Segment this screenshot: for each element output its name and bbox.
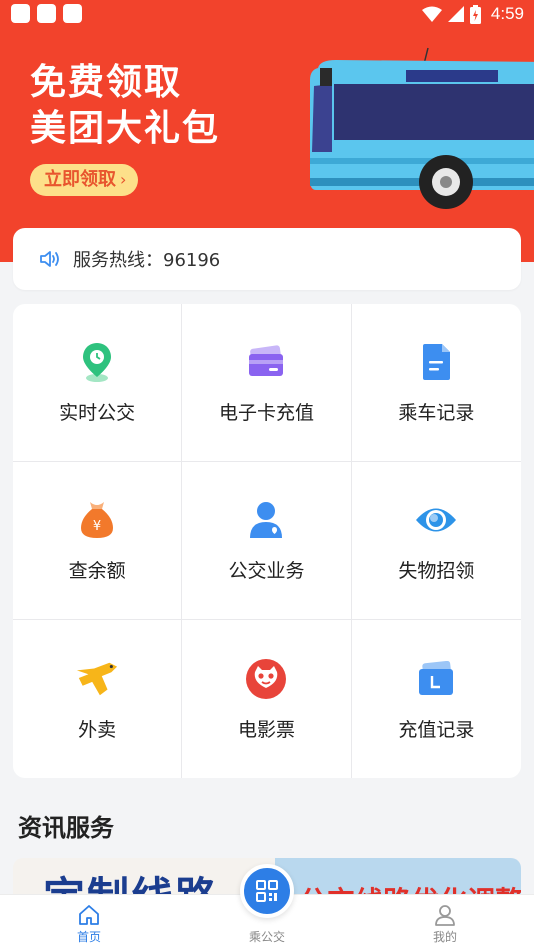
qr-code-icon (256, 880, 278, 902)
services-grid: 实时公交 电子卡充值 乘车记录 ¥ 查余额 公交业务 失物招领 外卖 电影票 充… (13, 304, 521, 778)
service-ecard-topup[interactable]: 电子卡充值 (182, 304, 352, 462)
tab-label: 我的 (432, 930, 457, 944)
section-title: 资讯服务 (18, 814, 114, 842)
service-label: 公交业务 (228, 560, 305, 582)
chevron-right-icon: › (120, 170, 127, 189)
document-icon (423, 344, 451, 380)
home-icon (79, 905, 99, 925)
tab-label: 首页 (76, 930, 101, 944)
promo-title-line: 免费领取 (30, 62, 183, 103)
service-recharge-records[interactable]: 充值记录 (352, 620, 521, 778)
service-bus-business[interactable]: 公交业务 (182, 462, 352, 620)
signal-icon (447, 6, 464, 22)
notification-icon (63, 4, 82, 23)
bus-location-icon (83, 343, 112, 382)
service-ride-records[interactable]: 乘车记录 (351, 304, 521, 462)
service-label: 外卖 (78, 718, 117, 741)
service-takeout[interactable]: 外卖 (13, 620, 183, 778)
eye-icon (416, 508, 457, 532)
claim-now-label: 立即领取 (44, 169, 116, 190)
service-label: 电影票 (237, 718, 295, 741)
wifi-icon (421, 6, 442, 22)
person-icon (250, 502, 283, 538)
bus-illustration (310, 47, 534, 209)
speaker-icon (40, 251, 59, 267)
hotline-bar[interactable]: 服务热线：96196 (13, 228, 521, 290)
tab-label: 乘公交 (248, 930, 285, 944)
notification-icon (11, 4, 30, 23)
clock: 4:59 (490, 4, 524, 23)
promo-banner[interactable]: 4:59 免费领取 美团大礼包 立即领取 › (0, 0, 534, 262)
battery-icon (469, 4, 481, 24)
tab-home[interactable]: 首页 (39, 895, 139, 950)
user-icon (435, 905, 455, 926)
service-label: 充值记录 (398, 718, 475, 741)
service-label: 实时公交 (59, 402, 136, 424)
promo-title-line: 美团大礼包 (30, 108, 221, 149)
money-bag-icon: ¥ (81, 502, 114, 538)
service-realtime-bus[interactable]: 实时公交 (13, 304, 183, 462)
card-icon (249, 345, 284, 376)
promo-title: 免费领取 美团大礼包 (30, 60, 220, 152)
hotline-text: 服务热线：96196 (73, 250, 221, 271)
service-lost-found[interactable]: 失物招领 (351, 462, 521, 620)
service-label: 电子卡充值 (218, 402, 314, 424)
service-check-balance[interactable]: ¥ 查余额 (13, 462, 183, 620)
kangaroo-icon (77, 662, 118, 695)
status-bar: 4:59 (0, 0, 534, 28)
service-label: 失物招领 (398, 560, 475, 582)
service-label: 查余额 (68, 560, 126, 582)
service-movie-tickets[interactable]: 电影票 (182, 620, 352, 778)
service-label: 乘车记录 (398, 402, 475, 424)
claim-now-button[interactable]: 立即领取 › (30, 164, 139, 196)
notification-icon (37, 4, 56, 23)
svg-text:¥: ¥ (93, 519, 101, 534)
tab-mine[interactable]: 我的 (395, 895, 495, 950)
scan-qr-button[interactable] (240, 864, 294, 918)
recharge-record-icon (419, 660, 454, 695)
cat-icon (246, 658, 287, 699)
